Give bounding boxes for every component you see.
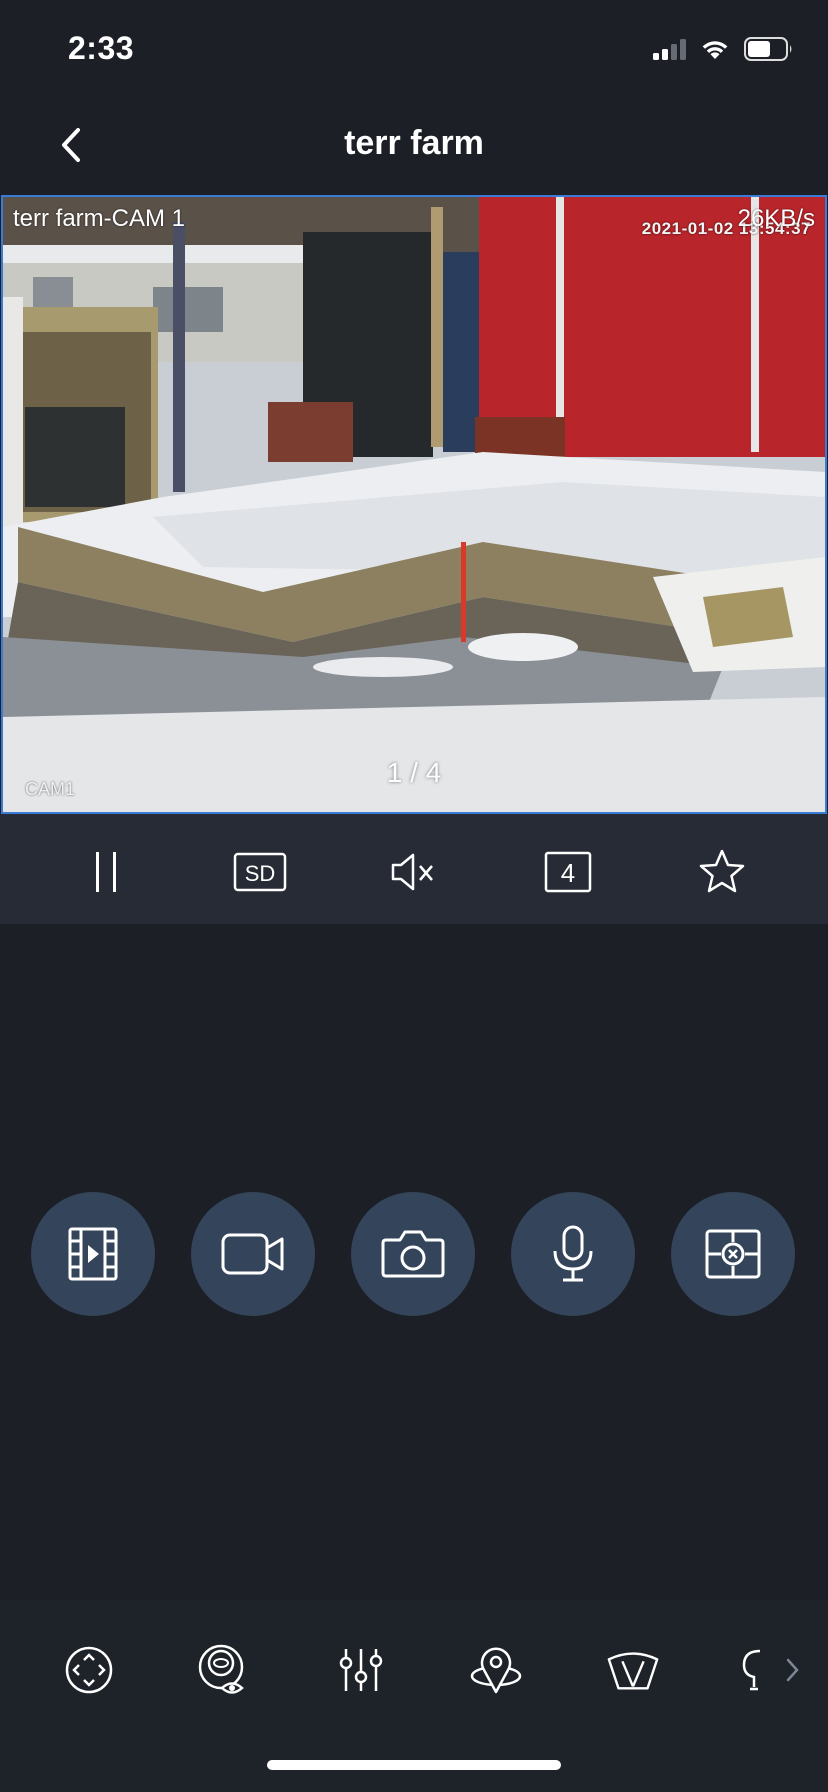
sd-quality-icon: SD xyxy=(233,852,287,892)
page-indicator: 1 / 4 xyxy=(386,757,442,788)
video-camera-icon xyxy=(221,1233,284,1275)
favorite-button[interactable] xyxy=(694,844,750,900)
pause-icon xyxy=(96,852,116,892)
svg-text:4: 4 xyxy=(561,858,575,888)
status-icons xyxy=(653,36,794,62)
split-screen-button[interactable]: 4 xyxy=(540,844,596,900)
svg-text:SD: SD xyxy=(245,861,276,886)
pause-button[interactable] xyxy=(78,844,134,900)
status-time: 2:33 xyxy=(68,30,135,66)
status-bar: 2:33 xyxy=(0,0,828,100)
speaker-muted-icon xyxy=(391,853,433,891)
location-pin-icon xyxy=(470,1647,522,1694)
alarm-target-icon xyxy=(705,1229,761,1279)
ptz-direction-button[interactable] xyxy=(61,1642,117,1698)
snapshot-button[interactable] xyxy=(351,1192,475,1316)
eye-view-button[interactable] xyxy=(195,1642,251,1698)
camera-label: terr farm-CAM 1 xyxy=(13,205,186,232)
live-video-view[interactable]: terr farm-CAM 1 2021-01-02 13:54:37 26KB… xyxy=(1,195,827,814)
wiper-icon xyxy=(607,1652,659,1690)
ptz-direction-icon xyxy=(65,1646,113,1694)
split-screen-icon: 4 xyxy=(544,851,592,893)
home-indicator xyxy=(267,1760,561,1770)
nav-bar: terr farm xyxy=(0,100,828,194)
camera-icon xyxy=(381,1230,445,1278)
page-title: terr farm xyxy=(344,124,484,162)
chevron-right-icon xyxy=(786,1658,799,1682)
preset-button[interactable] xyxy=(468,1642,524,1698)
sliders-icon xyxy=(339,1649,383,1691)
camera-feed-image xyxy=(3,197,825,812)
partial-icon xyxy=(742,1649,761,1691)
mute-button[interactable] xyxy=(386,844,442,900)
wiper-button[interactable] xyxy=(605,1642,661,1698)
cellular-signal-icon xyxy=(653,38,686,60)
osd-camera-name: CAM1 xyxy=(25,779,76,799)
partial-button[interactable] xyxy=(740,1642,764,1698)
record-button[interactable] xyxy=(191,1192,315,1316)
star-icon xyxy=(699,849,745,893)
action-buttons xyxy=(0,1192,828,1316)
eye-view-icon xyxy=(198,1644,244,1694)
image-adjust-button[interactable] xyxy=(333,1642,389,1698)
playback-button[interactable] xyxy=(31,1192,155,1316)
battery-icon xyxy=(744,37,792,61)
talk-button[interactable] xyxy=(511,1192,635,1316)
more-tools-button[interactable] xyxy=(780,1654,804,1686)
bitrate-readout: 26KB/s xyxy=(737,205,815,232)
microphone-icon xyxy=(553,1225,593,1282)
film-play-icon xyxy=(68,1227,118,1281)
video-toolbar: SD 4 xyxy=(0,814,828,924)
quality-button[interactable]: SD xyxy=(232,844,288,900)
alarm-button[interactable] xyxy=(671,1192,795,1316)
wifi-icon xyxy=(702,41,728,59)
